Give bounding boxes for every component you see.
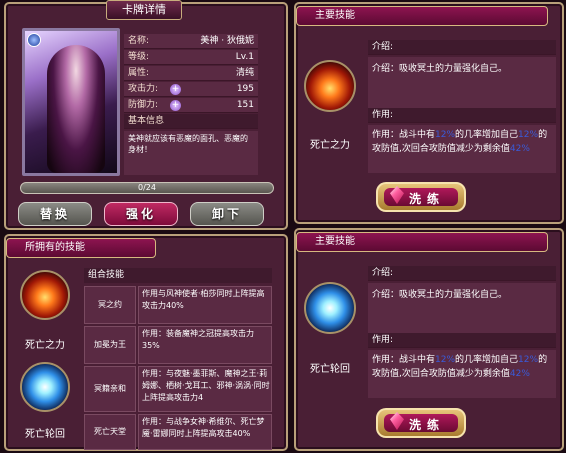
card-field-level: 等级: Lv.1	[124, 50, 258, 65]
effect-text-box: 作用：战斗中有12%的几率增加自己12%的攻防值,次回合攻防值减少为剩余值42%	[368, 125, 556, 173]
intro-text-box: 介绍：吸收冥土的力量强化自己。	[368, 57, 556, 113]
effect-title: 作用:	[368, 108, 556, 123]
intro-title: 介绍:	[368, 40, 556, 55]
attack-plus-icon[interactable]: +	[170, 84, 181, 95]
intro-text-box: 介绍：吸收冥土的力量强化自己。	[368, 283, 556, 339]
combo-desc: 作用：与战争女神·希维尔、死亡梦魇·雷娜同时上阵提高攻击40%	[142, 417, 265, 438]
card-field-attribute: 属性: 清纯	[124, 66, 258, 81]
card-portrait	[22, 28, 120, 176]
card-detail-title: 卡牌详情	[122, 3, 166, 16]
unequip-button[interactable]: 卸下	[190, 202, 264, 226]
exp-text: 0/24	[138, 183, 156, 192]
effect-text-box: 作用：战斗中有12%的几率增加自己12%的攻防值,次回合攻防值减少为剩余值42%	[368, 350, 556, 398]
card-info-text: 美神就应该有恶魔的面孔、恶魔的身材！	[124, 131, 258, 175]
card-info-title: 基本信息	[124, 114, 258, 129]
death-power-skill-icon	[304, 60, 356, 112]
combo-desc: 作用：与夜魅·墨菲斯、魔神之王·莉姆娜、栖树·戈耳工、邪神·涡涡·同时上阵提高攻…	[142, 369, 270, 402]
exp-bar: 0/24	[20, 182, 274, 194]
intro-text: 介绍：吸收冥土的力量强化自己。	[372, 290, 508, 300]
card-character-art	[47, 45, 105, 173]
enhance-button[interactable]: 强化	[104, 202, 178, 226]
skill-label: 死亡之力	[310, 140, 350, 151]
main-skill-title: 主要技能	[315, 236, 355, 247]
skill-label-death-power: 死亡之力	[25, 340, 65, 351]
combo-desc: 作用：装备魔神之冠提高攻击力35%	[142, 329, 254, 350]
combo-desc: 作用与风神使者·柏莎同时上阵提高攻击力40%	[142, 289, 265, 310]
skill-label: 死亡轮回	[310, 364, 350, 375]
main-skill-title: 主要技能	[315, 10, 355, 21]
combo-name: 冥之约	[98, 300, 122, 309]
intro-title: 介绍:	[368, 266, 556, 281]
intro-text: 介绍：吸收冥土的力量强化自己。	[372, 64, 508, 74]
card-detail-title-plate: 卡牌详情	[106, 0, 182, 20]
card-field-attack: 攻击力: +195	[124, 82, 258, 97]
card-element-icon	[27, 33, 41, 47]
owned-skills-title: 所拥有的技能	[25, 242, 85, 253]
main-skill-header: 主要技能	[296, 6, 548, 26]
card-field-defense: 防御力: +151	[124, 98, 258, 113]
effect-title: 作用:	[368, 333, 556, 348]
defense-plus-icon[interactable]: +	[170, 100, 181, 111]
refine-button[interactable]: 洗练	[376, 408, 466, 438]
main-skill-header: 主要技能	[296, 232, 548, 252]
combo-name: 冥籍亲和	[94, 384, 126, 393]
card-field-name: 名称: 美神 · 狄俄妮	[124, 34, 258, 49]
death-cycle-skill-icon	[304, 282, 356, 334]
combo-name: 死亡天堂	[94, 427, 126, 436]
owned-skills-header: 所拥有的技能	[6, 238, 156, 258]
swap-button[interactable]: 替换	[18, 202, 92, 226]
death-power-skill-icon[interactable]	[20, 270, 70, 320]
death-cycle-skill-icon[interactable]	[20, 362, 70, 412]
combo-skills-title: 组合技能	[84, 268, 272, 283]
combo-name: 加冕为王	[94, 340, 126, 349]
skill-label-death-cycle: 死亡轮回	[25, 429, 65, 440]
refine-button[interactable]: 洗练	[376, 182, 466, 212]
